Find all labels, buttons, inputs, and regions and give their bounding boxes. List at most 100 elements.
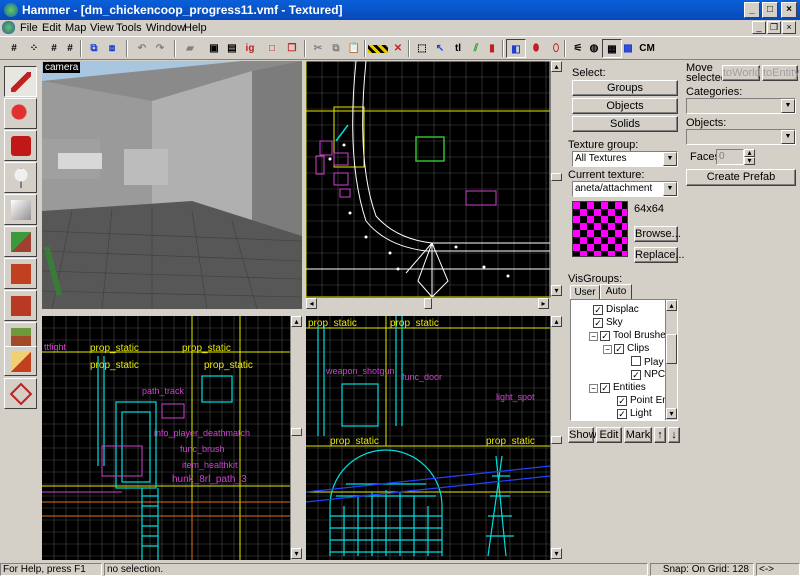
block-tool-button[interactable]: [4, 194, 37, 225]
menu-map[interactable]: Map: [65, 22, 86, 34]
texture-lock-icon[interactable]: ↖: [430, 39, 450, 58]
to-world-button[interactable]: toWorld: [722, 65, 761, 81]
texture-tool-button[interactable]: [4, 226, 37, 257]
browse-button[interactable]: Browse...: [634, 226, 681, 242]
ungroup-icon[interactable]: ⧈: [102, 39, 122, 58]
categories-select[interactable]: ▼: [686, 98, 796, 114]
scroll-up-icon[interactable]: ▴: [666, 300, 677, 311]
vertex-tool-button[interactable]: [4, 378, 37, 409]
top-viewport-vscroll[interactable]: ▴ ▾: [550, 61, 562, 297]
checkbox-icon[interactable]: ✓: [600, 331, 610, 341]
redo-icon[interactable]: ↷: [150, 39, 170, 58]
scroll-down-icon[interactable]: ▾: [551, 548, 562, 559]
visgroup-item[interactable]: ✓ NPC: [631, 369, 665, 381]
checkbox-icon[interactable]: ✓: [600, 383, 610, 393]
faces-input[interactable]: 0: [716, 149, 744, 165]
scroll-down-icon[interactable]: ▾: [551, 285, 562, 296]
front-viewport[interactable]: prop_static prop_static prop_static prop…: [306, 316, 550, 560]
side-viewport-vscroll[interactable]: ▴ ▾: [290, 316, 302, 560]
collapse-icon[interactable]: −: [603, 345, 612, 354]
undo-icon[interactable]: ↶: [132, 39, 152, 58]
paste-icon[interactable]: 📋: [344, 39, 364, 58]
dropdown-arrow-icon[interactable]: ▼: [663, 182, 677, 196]
doc-minimize-button[interactable]: _: [752, 21, 766, 34]
to-entity-button[interactable]: toEntity: [762, 65, 800, 81]
scroll-right-icon[interactable]: ▸: [538, 298, 549, 309]
front-viewport-vscroll[interactable]: ▴ ▾: [550, 316, 562, 560]
dropdown-arrow-icon[interactable]: ▼: [663, 152, 677, 166]
visgroups-tab-auto[interactable]: Auto: [600, 284, 632, 300]
ignore-groups-icon[interactable]: ▮: [482, 39, 502, 58]
menu-file[interactable]: File: [20, 22, 38, 34]
spin-down-icon[interactable]: ▾: [744, 157, 755, 165]
scroll-down-icon[interactable]: ▾: [666, 408, 677, 419]
checkbox-icon[interactable]: ✓: [593, 305, 603, 315]
texture-group-select[interactable]: All Textures ▼: [572, 151, 678, 167]
visgroups-tree[interactable]: ✓ Displac ✓ Sky − ✓ Tool Brushes − ✓ Clips Pla…: [570, 299, 678, 421]
wireframe-icon[interactable]: ◍: [584, 39, 604, 58]
grid-larger-icon[interactable]: #: [60, 39, 80, 58]
visgroup-item[interactable]: − ✓ Clips: [603, 343, 649, 355]
top-viewport[interactable]: [306, 61, 550, 297]
menu-edit[interactable]: Edit: [42, 22, 61, 34]
cordon-icon[interactable]: ◧: [506, 39, 526, 58]
doc-restore-button[interactable]: ❐: [767, 21, 781, 34]
checkbox-icon[interactable]: ✓: [593, 318, 603, 328]
clipping-tool-button[interactable]: [4, 346, 37, 376]
minimize-button[interactable]: _: [744, 2, 760, 18]
visgroup-item[interactable]: ✓ Light: [617, 408, 652, 420]
select-groups-button[interactable]: Groups: [572, 80, 678, 96]
selection-box-icon[interactable]: ⬚: [412, 39, 432, 58]
camera-tool-button[interactable]: [4, 130, 37, 161]
menu-view[interactable]: View: [90, 22, 114, 34]
cut-icon[interactable]: ✂: [308, 39, 328, 58]
visgroup-item[interactable]: ✓ Displac: [593, 304, 639, 316]
ig-icon[interactable]: ig: [240, 39, 260, 58]
move-up-icon[interactable]: ↑: [654, 427, 666, 443]
visgroup-edit-button[interactable]: Edit: [596, 427, 622, 443]
menu-tools[interactable]: Tools: [116, 22, 142, 34]
visgroup-item[interactable]: ✓ Point En: [617, 395, 668, 407]
visgroup-item[interactable]: Play: [631, 356, 663, 368]
hide-items-icon[interactable]: ⬮: [526, 39, 546, 58]
create-prefab-button[interactable]: Create Prefab: [686, 169, 796, 186]
paste-special-icon[interactable]: ▤: [222, 39, 242, 58]
visgroup-item[interactable]: − ✓ Tool Brushes: [589, 330, 671, 342]
close-button[interactable]: ×: [781, 2, 797, 18]
group-icon[interactable]: ⧉: [84, 39, 104, 58]
maximize-button[interactable]: □: [762, 2, 778, 18]
checkbox-icon[interactable]: ✓: [631, 370, 641, 380]
faces-spinner[interactable]: ▴ ▾: [744, 149, 756, 165]
visgroups-tab-user[interactable]: User: [570, 285, 600, 300]
checkbox-icon[interactable]: ✓: [617, 409, 627, 419]
scroll-thumb[interactable]: [551, 173, 562, 181]
collapse-icon[interactable]: −: [589, 384, 598, 393]
lighting-preview-button[interactable]: CM: [636, 39, 658, 58]
doc-close-button[interactable]: ×: [782, 21, 796, 34]
copy-icon[interactable]: ⧉: [326, 39, 346, 58]
hammer-app-icon[interactable]: [4, 3, 18, 17]
checkbox-icon[interactable]: ✓: [617, 396, 627, 406]
unhide-icon[interactable]: ❒: [282, 39, 302, 58]
scroll-thumb[interactable]: [666, 334, 677, 364]
texture-scaling-icon[interactable]: tl: [448, 39, 468, 58]
scroll-up-icon[interactable]: ▴: [551, 61, 562, 72]
visgroup-item[interactable]: − ✓ Entities: [589, 382, 646, 394]
grid-dots-icon[interactable]: ⁘: [24, 39, 44, 58]
menu-help[interactable]: Help: [184, 22, 207, 34]
decal-tool-button[interactable]: [4, 290, 37, 321]
hide-selected-icon[interactable]: □: [262, 39, 282, 58]
visgroup-show-button[interactable]: Show: [568, 427, 597, 443]
scroll-up-icon[interactable]: ▴: [291, 316, 302, 327]
visgroup-mark-button[interactable]: Mark: [624, 427, 652, 443]
side-viewport[interactable]: prop_static prop_static prop_static prop…: [42, 316, 290, 560]
scroll-down-icon[interactable]: ▾: [291, 548, 302, 559]
scroll-up-icon[interactable]: ▴: [551, 316, 562, 327]
top-viewport-hscroll[interactable]: ◂ ▸: [306, 297, 550, 309]
visgroup-item[interactable]: ✓ Sky: [593, 317, 623, 329]
scroll-thumb[interactable]: [424, 298, 432, 309]
dimensions-icon[interactable]: [368, 45, 388, 53]
checkbox-icon[interactable]: [631, 356, 641, 366]
hollow-icon[interactable]: ▣: [204, 39, 224, 58]
carve-icon[interactable]: ▰: [180, 39, 200, 58]
